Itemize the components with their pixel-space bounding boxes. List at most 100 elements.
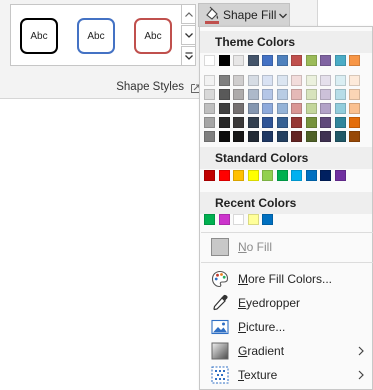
theme-shade-swatch[interactable] [204, 103, 215, 114]
theme-shade-swatch[interactable] [305, 131, 317, 142]
theme-shade-swatch[interactable] [262, 89, 273, 100]
theme-shade-swatch[interactable] [233, 117, 244, 128]
standard-color-swatch[interactable] [204, 170, 215, 181]
theme-shade-swatch[interactable] [218, 131, 230, 142]
theme-color-swatch[interactable] [334, 55, 346, 66]
theme-shade-swatch[interactable] [291, 117, 302, 128]
theme-shade-swatch[interactable] [349, 117, 360, 128]
theme-shade-swatch[interactable] [305, 75, 317, 86]
chevron-down-icon [184, 32, 193, 38]
shape-style-red[interactable]: Abc [134, 18, 172, 54]
standard-color-swatch[interactable] [247, 170, 259, 181]
recent-color-swatch[interactable] [204, 214, 215, 225]
theme-shade-swatch[interactable] [334, 117, 346, 128]
standard-color-swatch[interactable] [233, 170, 244, 181]
theme-shade-swatch[interactable] [233, 75, 244, 86]
texture-item[interactable]: Texture [200, 363, 372, 387]
standard-color-swatch[interactable] [276, 170, 288, 181]
theme-shade-swatch[interactable] [320, 131, 331, 142]
theme-shade-swatch[interactable] [233, 103, 244, 114]
theme-shade-swatch[interactable] [204, 89, 215, 100]
gallery-more-button[interactable] [181, 46, 196, 66]
standard-colors-heading: Standard Colors [200, 147, 372, 169]
eyedropper-item[interactable]: Eyedropper [200, 291, 372, 315]
theme-shade-swatch[interactable] [334, 131, 346, 142]
theme-shade-swatch[interactable] [218, 103, 230, 114]
recent-color-swatch[interactable] [262, 214, 273, 225]
theme-shade-swatch[interactable] [233, 131, 244, 142]
theme-shade-swatch[interactable] [218, 117, 230, 128]
theme-shade-swatch[interactable] [305, 89, 317, 100]
theme-color-swatch[interactable] [349, 55, 360, 66]
theme-shade-swatch[interactable] [247, 103, 259, 114]
recent-color-swatch[interactable] [233, 214, 244, 225]
theme-shade-swatch[interactable] [320, 103, 331, 114]
theme-shade-swatch[interactable] [233, 89, 244, 100]
theme-shade-swatch[interactable] [291, 103, 302, 114]
standard-color-swatch[interactable] [305, 170, 317, 181]
picture-item[interactable]: Picture... [200, 315, 372, 339]
theme-shade-swatch[interactable] [276, 131, 288, 142]
theme-shade-swatch[interactable] [247, 131, 259, 142]
shape-fill-button[interactable]: Shape Fill [198, 3, 290, 27]
standard-color-swatch[interactable] [291, 170, 302, 181]
theme-shade-swatch[interactable] [334, 75, 346, 86]
theme-color-swatch[interactable] [276, 55, 288, 66]
theme-shade-swatch[interactable] [349, 89, 360, 100]
standard-color-swatch[interactable] [320, 170, 331, 181]
theme-shade-swatch[interactable] [334, 89, 346, 100]
shape-style-blue[interactable]: Abc [77, 18, 115, 54]
theme-color-swatch[interactable] [204, 55, 215, 66]
theme-color-swatch[interactable] [247, 55, 259, 66]
standard-color-swatch[interactable] [218, 170, 230, 181]
theme-color-swatch[interactable] [262, 55, 273, 66]
theme-color-swatch[interactable] [320, 55, 331, 66]
theme-color-swatch[interactable] [291, 55, 302, 66]
theme-shade-swatch[interactable] [262, 103, 273, 114]
gradient-item[interactable]: Gradient [200, 339, 372, 363]
theme-shade-swatch[interactable] [291, 131, 302, 142]
theme-shade-swatch[interactable] [262, 117, 273, 128]
eyedropper-label: Eyedropper [238, 296, 301, 310]
no-fill-item[interactable]: No Fill [200, 235, 372, 259]
recent-color-swatch[interactable] [247, 214, 259, 225]
theme-shade-swatch[interactable] [218, 89, 230, 100]
theme-shade-swatch[interactable] [349, 131, 360, 142]
theme-shade-swatch[interactable] [291, 75, 302, 86]
theme-shade-swatch[interactable] [218, 75, 230, 86]
theme-shade-swatch[interactable] [320, 117, 331, 128]
shape-style-label: Abc [30, 30, 48, 42]
recent-color-swatch[interactable] [218, 214, 230, 225]
theme-shade-swatch[interactable] [305, 117, 317, 128]
theme-color-swatch[interactable] [218, 55, 230, 66]
theme-shade-swatch[interactable] [276, 75, 288, 86]
theme-shade-swatch[interactable] [305, 103, 317, 114]
theme-shade-swatch[interactable] [276, 103, 288, 114]
standard-color-swatch[interactable] [334, 170, 346, 181]
theme-shade-swatch[interactable] [204, 117, 215, 128]
shape-fill-label: Shape Fill [223, 8, 277, 22]
theme-shade-swatch[interactable] [247, 89, 259, 100]
gallery-scroll-up-button[interactable] [181, 4, 196, 24]
theme-shade-swatch[interactable] [204, 131, 215, 142]
theme-shade-swatch[interactable] [334, 103, 346, 114]
theme-shade-swatch[interactable] [276, 117, 288, 128]
theme-shade-swatch[interactable] [276, 89, 288, 100]
texture-icon [211, 366, 229, 384]
shape-style-black[interactable]: Abc [20, 18, 58, 54]
more-fill-colors-item[interactable]: More Fill Colors... [200, 267, 372, 291]
standard-color-swatch[interactable] [262, 170, 273, 181]
theme-shade-swatch[interactable] [320, 75, 331, 86]
theme-shade-swatch[interactable] [349, 75, 360, 86]
theme-shade-swatch[interactable] [247, 117, 259, 128]
gallery-scroll-down-button[interactable] [181, 25, 196, 45]
theme-shade-swatch[interactable] [262, 75, 273, 86]
theme-shade-swatch[interactable] [247, 75, 259, 86]
theme-shade-swatch[interactable] [204, 75, 215, 86]
theme-shade-swatch[interactable] [320, 89, 331, 100]
theme-color-swatch[interactable] [233, 55, 244, 66]
theme-shade-swatch[interactable] [349, 103, 360, 114]
theme-shade-swatch[interactable] [291, 89, 302, 100]
theme-shade-swatch[interactable] [262, 131, 273, 142]
theme-color-swatch[interactable] [305, 55, 317, 66]
